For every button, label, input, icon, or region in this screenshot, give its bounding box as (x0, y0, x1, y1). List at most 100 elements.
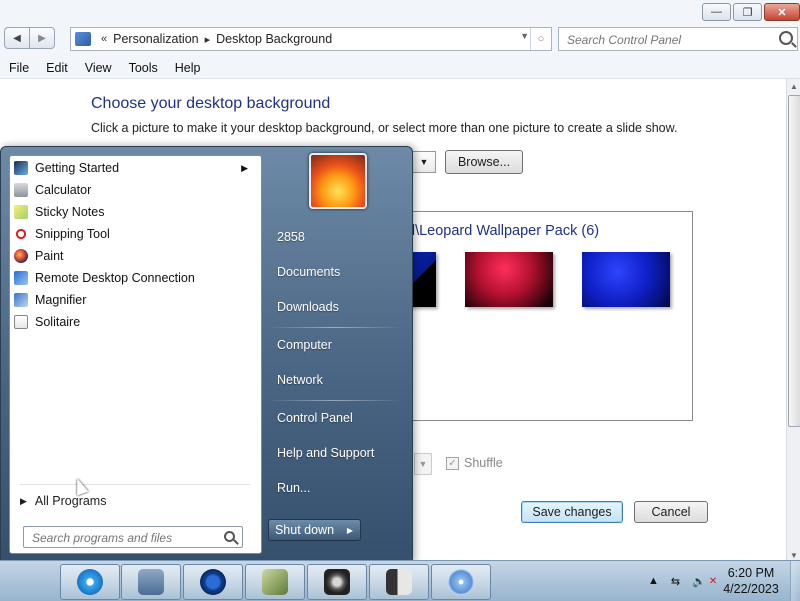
program-label: Remote Desktop Connection (35, 271, 195, 285)
search-icon[interactable] (779, 31, 793, 45)
back-arrow-icon: ◀ (13, 32, 21, 44)
program-label: Paint (35, 249, 64, 263)
program-sticky-notes[interactable]: Sticky Notes (14, 202, 258, 222)
forward-button[interactable]: ▶ (29, 27, 55, 49)
picture-location-dropdown[interactable]: ▼ (412, 151, 436, 173)
maximize-button[interactable]: ❐ (733, 3, 762, 21)
program-calculator[interactable]: Calculator (14, 180, 258, 200)
start-downloads[interactable]: Downloads (267, 293, 402, 321)
divider (267, 327, 402, 328)
page-description: Click a picture to make it your desktop … (91, 121, 678, 135)
gallery-group-label[interactable]: d\Leopard Wallpaper Pack (6) (407, 223, 599, 239)
program-magnifier[interactable]: Magnifier (14, 290, 258, 310)
scroll-thumb[interactable] (788, 95, 800, 427)
paint-icon (14, 249, 28, 263)
start-control-panel[interactable]: Control Panel (267, 404, 402, 432)
start-documents[interactable]: Documents (267, 258, 402, 286)
breadcrumb-personalization[interactable]: Personalization (113, 32, 198, 46)
taskbar-quicktime[interactable] (183, 564, 243, 600)
address-row: ◀ ▶ « Personalization ▸ Desktop Backgrou… (0, 24, 800, 58)
safari-icon (77, 569, 103, 595)
shut-down-button[interactable]: Shut down (268, 519, 341, 541)
menu-help[interactable]: Help (166, 61, 209, 75)
programs-pane: Getting Started ▶ Calculator Sticky Note… (9, 155, 262, 554)
refresh-button[interactable]: ○ (530, 28, 551, 50)
back-button[interactable]: ◀ (4, 27, 30, 49)
start-user-folder[interactable]: 2858 (267, 223, 402, 251)
search-input[interactable] (565, 30, 769, 50)
start-computer[interactable]: Computer (267, 331, 402, 359)
chevron-down-icon: ▼ (419, 157, 429, 167)
calculator-icon (14, 183, 28, 197)
picture-position-dropdown[interactable]: ▼ (414, 453, 432, 475)
clock[interactable]: 6:20 PM 4/22/2023 (716, 565, 786, 597)
network-icon[interactable]: ⇆ (671, 575, 680, 588)
address-dropdown-icon[interactable]: ▼ (520, 31, 529, 41)
breadcrumb-separator-icon[interactable]: ▸ (205, 33, 211, 46)
program-label: Sticky Notes (35, 205, 105, 219)
breadcrumb-overflow[interactable]: « (101, 33, 107, 45)
volume-icon[interactable]: 🔈 (692, 575, 706, 588)
start-search-box[interactable] (23, 526, 243, 548)
breadcrumb-desktop-background[interactable]: Desktop Background (216, 32, 332, 46)
program-paint[interactable]: Paint (14, 246, 258, 266)
address-bar[interactable]: « Personalization ▸ Desktop Background ▼… (70, 27, 552, 51)
shuffle-label: Shuffle (464, 456, 503, 470)
taskbar-disk-utility[interactable] (245, 564, 305, 600)
search-icon[interactable] (224, 531, 235, 542)
clock-time: 6:20 PM (727, 566, 775, 580)
taskbar: ▲ ⇆ 🔈 ✕ 6:20 PM 4/22/2023 (0, 560, 800, 601)
start-help-and-support[interactable]: Help and Support (267, 439, 402, 467)
quicktime-icon (200, 569, 226, 595)
minimize-icon: — (711, 6, 722, 18)
close-button[interactable]: ✕ (764, 3, 800, 21)
user-picture[interactable] (309, 153, 367, 209)
page-title: Choose your desktop background (91, 95, 331, 112)
remote-desktop-icon (14, 271, 28, 285)
program-label: Magnifier (35, 293, 87, 307)
system-tray: ▲ ⇆ 🔈 ✕ (642, 561, 717, 601)
server-icon (386, 569, 412, 595)
taskbar-finder[interactable] (121, 564, 181, 600)
program-label: Solitaire (35, 315, 81, 329)
control-panel-icon (75, 32, 91, 46)
cancel-button[interactable]: Cancel (634, 501, 708, 523)
program-label: Snipping Tool (35, 227, 110, 241)
browse-button[interactable]: Browse... (445, 150, 523, 174)
title-bar: — ❐ ✕ (0, 0, 800, 24)
shut-down-options-button[interactable]: ▶ (340, 519, 361, 541)
program-solitaire[interactable]: Solitaire (14, 312, 258, 332)
cd-dvd-icon (448, 569, 474, 595)
wallpaper-thumbnail[interactable] (582, 252, 670, 307)
minimize-button[interactable]: — (702, 3, 731, 21)
disk-utility-icon (262, 569, 288, 595)
show-hidden-icons-icon[interactable]: ▲ (648, 575, 659, 587)
start-button[interactable] (12, 569, 38, 593)
taskbar-server[interactable] (369, 564, 429, 600)
menu-edit[interactable]: Edit (37, 61, 76, 75)
show-desktop-button[interactable] (790, 561, 800, 601)
start-run[interactable]: Run... (267, 474, 402, 502)
all-programs-button[interactable]: ▶ All Programs (20, 492, 106, 510)
start-search-input[interactable] (30, 529, 224, 547)
menu-view[interactable]: View (76, 61, 120, 75)
save-changes-button[interactable]: Save changes (521, 501, 623, 523)
chevron-down-icon: ▼ (418, 459, 428, 469)
vertical-scrollbar[interactable]: ▲ ▼ (786, 79, 800, 564)
shuffle-option[interactable]: ✓ Shuffle (446, 456, 503, 470)
menu-bar: File Edit View Tools Help (0, 58, 800, 79)
taskbar-system-preferences[interactable] (307, 564, 367, 600)
menu-file[interactable]: File (0, 61, 37, 75)
program-getting-started[interactable]: Getting Started ▶ (14, 158, 258, 178)
shuffle-checkbox[interactable]: ✓ (446, 456, 459, 470)
program-snipping-tool[interactable]: Snipping Tool (14, 224, 258, 244)
taskbar-cd-dvd[interactable] (431, 564, 491, 600)
menu-tools[interactable]: Tools (120, 61, 166, 75)
forward-arrow-icon: ▶ (38, 32, 46, 44)
program-remote-desktop[interactable]: Remote Desktop Connection (14, 268, 258, 288)
wallpaper-thumbnail[interactable] (465, 252, 553, 307)
scroll-up-icon[interactable]: ▲ (788, 81, 800, 93)
start-network[interactable]: Network (267, 366, 402, 394)
taskbar-safari[interactable] (60, 564, 120, 600)
search-box[interactable] (558, 27, 798, 51)
